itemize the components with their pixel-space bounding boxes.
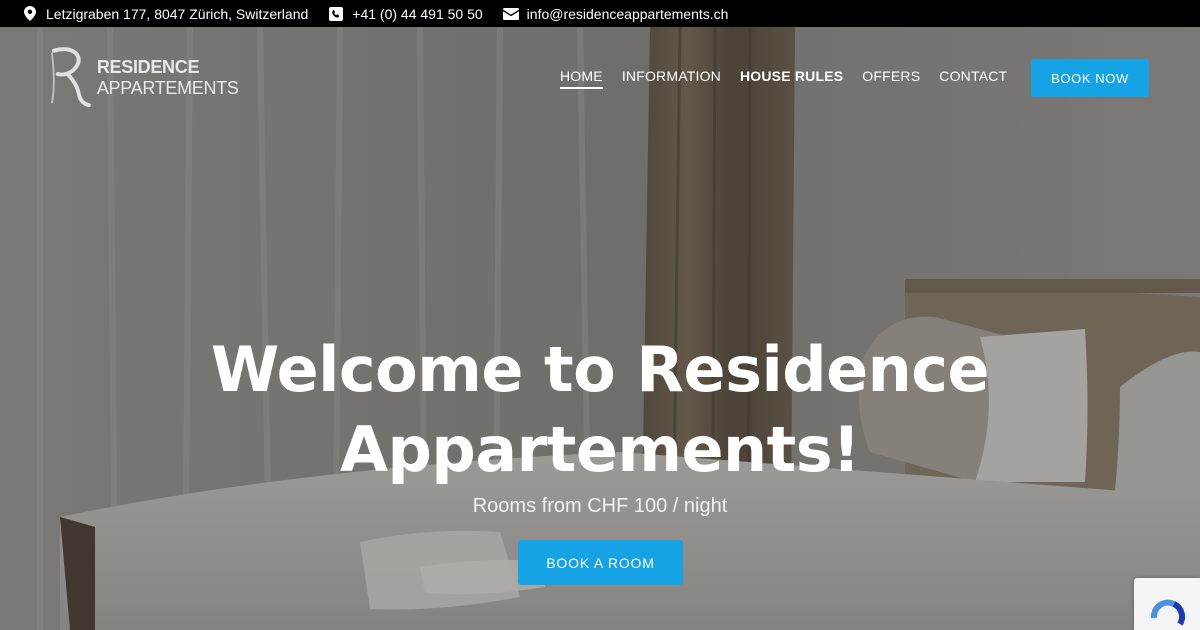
nav-item-house-rules[interactable]: HOUSE RULES [740,68,843,88]
logo-r-monogram-icon [50,47,91,108]
contact-phone[interactable]: +41 (0) 44 491 50 50 [328,5,483,22]
recaptcha-badge[interactable] [1134,578,1200,630]
address-text: Letzigraben 177, 8047 Zürich, Switzerlan… [46,5,309,22]
email-text: info@residenceappartements.ch [526,5,729,22]
nav-item-home[interactable]: HOME [560,68,603,89]
book-now-button[interactable]: BOOK NOW [1031,59,1149,97]
book-a-room-button[interactable]: BOOK A ROOM [518,540,683,585]
phone-icon [328,6,344,22]
main-navigation: HOME INFORMATION HOUSE RULES OFFERS CONT… [560,68,1007,89]
phone-text: +41 (0) 44 491 50 50 [352,5,483,22]
logo-wordmark: RESIDENCE APPARTEMENTS [97,57,338,99]
envelope-icon [502,6,519,22]
nav-item-offers[interactable]: OFFERS [862,68,920,88]
contact-email[interactable]: info@residenceappartements.ch [502,5,729,22]
map-pin-icon [22,6,38,22]
nav-item-contact[interactable]: CONTACT [939,68,1007,88]
logo-brand-bold: RESIDENCE [96,57,200,77]
site-logo[interactable]: RESIDENCE APPARTEMENTS [48,44,338,108]
hero-subtitle: Rooms from CHF 100 / night [472,495,728,517]
contact-address: Letzigraben 177, 8047 Zürich, Switzerlan… [22,6,308,22]
contact-bar: Letzigraben 177, 8047 Zürich, Switzerlan… [0,0,1200,27]
hero-title-line-2: Appartements! [340,413,860,486]
hero-title: Welcome to Residence Appartements! [200,330,1000,490]
recaptcha-icon [1150,599,1186,626]
nav-item-information[interactable]: INFORMATION [622,68,721,88]
logo-brand-rest: APPARTEMENTS [96,78,239,98]
hero-title-line-1: Welcome to Residence [210,333,990,406]
